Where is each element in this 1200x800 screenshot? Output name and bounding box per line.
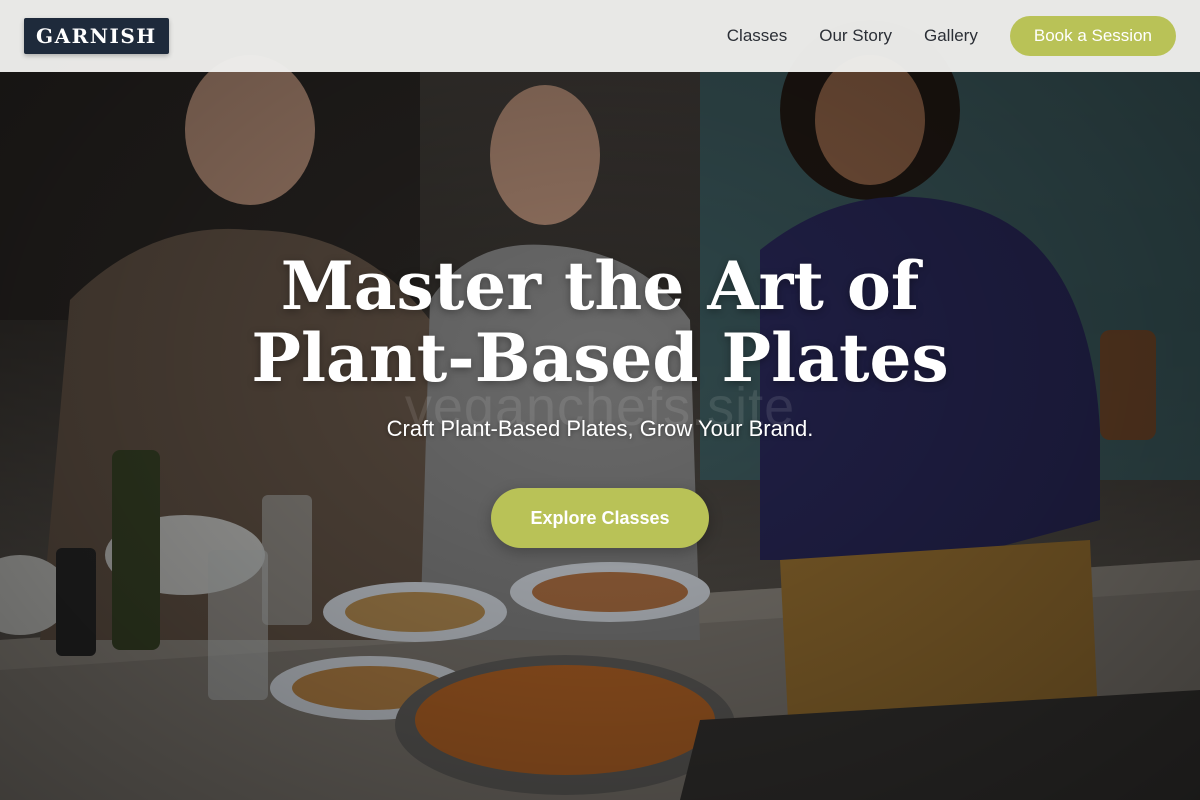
nav-link-gallery[interactable]: Gallery [924,26,978,46]
brand-logo[interactable]: GARNISH [24,18,169,54]
nav-link-our-story[interactable]: Our Story [819,26,892,46]
top-navigation: GARNISH Classes Our Story Gallery Book a… [0,0,1200,72]
nav-links: Classes Our Story Gallery Book a Session [695,16,1176,56]
book-session-button[interactable]: Book a Session [1009,16,1176,56]
hero-content: veganchefs.site Master the Art of Plant-… [0,250,1200,548]
hero-subheadline: Craft Plant-Based Plates, Grow Your Bran… [386,416,814,441]
hero-cta-wrapper: Explore Classes [0,488,1200,548]
nav-link-classes[interactable]: Classes [727,26,787,46]
hero-headline: Master the Art of Plant-Based Plates [251,247,949,397]
explore-classes-button[interactable]: Explore Classes [491,488,709,548]
